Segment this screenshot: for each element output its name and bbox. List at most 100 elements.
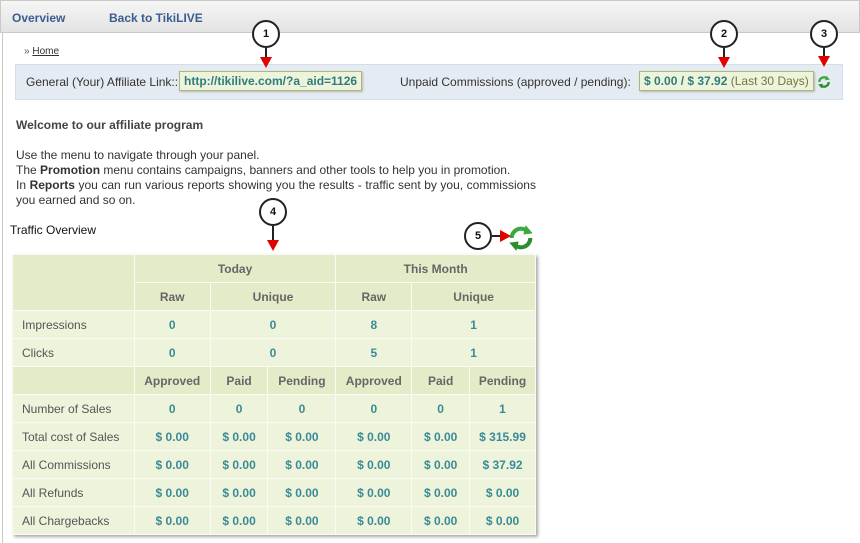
table-cell: $ 0.00: [267, 506, 337, 535]
promotion-label: Promotion: [40, 163, 101, 177]
row-label-all-refunds: All Refunds: [12, 478, 135, 507]
row-label-total-cost-of-sales: Total cost of Sales: [12, 422, 135, 451]
table-cell: $ 315.99: [469, 422, 536, 451]
row-label-impressions: Impressions: [12, 310, 135, 339]
table-cell: $ 0.00: [209, 506, 269, 535]
callout-1: 1: [252, 20, 280, 48]
row-label-clicks: Clicks: [12, 338, 135, 367]
table-row: All Chargebacks $ 0.00 $ 0.00 $ 0.00 $ 0…: [12, 506, 536, 535]
header-approved: Approved: [133, 366, 211, 395]
table-cell: 0: [335, 394, 413, 423]
commissions-period: (Last 30 Days): [730, 74, 809, 88]
table-cell: $ 0.00: [335, 450, 413, 479]
table-cell: 0: [133, 310, 211, 339]
traffic-overview-title: Traffic Overview: [10, 223, 97, 237]
nav-back-link[interactable]: Back to TikiLIVE: [109, 11, 203, 25]
callout-5-arrow: [500, 230, 511, 242]
callout-4-arrow: [267, 240, 279, 251]
refresh-icon[interactable]: [507, 224, 535, 252]
header-raw: Raw: [335, 282, 413, 311]
header-this-month: This Month: [335, 254, 536, 283]
affiliate-info-bar: General (Your) Affiliate Link:: http://t…: [15, 64, 843, 100]
header-paid: Paid: [209, 366, 269, 395]
callout-4-line: [272, 226, 274, 241]
table-cell: $ 0.00: [469, 478, 536, 507]
table-cell: $ 0.00: [411, 450, 471, 479]
header-raw: Raw: [133, 282, 211, 311]
header-pending: Pending: [469, 366, 536, 395]
table-cell: 0: [209, 338, 337, 367]
callout-1-arrow: [260, 57, 272, 68]
callout-3-arrow: [818, 56, 830, 67]
table-row: Impressions 0 0 8 1: [12, 310, 536, 339]
unpaid-commissions-value: $ 0.00 / $ 37.92 (Last 30 Days): [639, 71, 814, 91]
table-cell: $ 0.00: [411, 506, 471, 535]
nav-overview-link[interactable]: Overview: [12, 11, 65, 25]
table-cell: $ 0.00: [133, 422, 211, 451]
table-cell: $ 0.00: [335, 478, 413, 507]
commissions-amount: $ 0.00 / $ 37.92: [644, 74, 728, 88]
table-cell: 0: [133, 394, 211, 423]
table-cell: $ 0.00: [209, 478, 269, 507]
header-paid: Paid: [411, 366, 471, 395]
row-label-number-of-sales: Number of Sales: [12, 394, 135, 423]
breadcrumb-separator: »: [24, 46, 30, 57]
affiliate-link-label: General (Your) Affiliate Link::: [26, 75, 179, 89]
refresh-icon[interactable]: [817, 75, 831, 89]
table-row: All Commissions $ 0.00 $ 0.00 $ 0.00 $ 0…: [12, 450, 536, 479]
table-row: Clicks 0 0 5 1: [12, 338, 536, 367]
unpaid-commissions-label: Unpaid Commissions (approved / pending):: [400, 75, 631, 89]
intro-line-1: Use the menu to navigate through your pa…: [16, 148, 260, 162]
table-cell: $ 0.00: [267, 478, 337, 507]
header-unique: Unique: [411, 282, 536, 311]
table-corner: [12, 254, 135, 311]
callout-2: 2: [710, 20, 738, 48]
header-today: Today: [133, 254, 337, 283]
table-cell: 0: [209, 394, 269, 423]
table-row: Approved Paid Pending Approved Paid Pend…: [12, 366, 536, 395]
row-label-all-chargebacks: All Chargebacks: [12, 506, 135, 535]
table-cell: $ 0.00: [133, 506, 211, 535]
header-approved: Approved: [335, 366, 413, 395]
callout-5: 5: [464, 222, 492, 250]
table-cell: 5: [335, 338, 413, 367]
table-cell: $ 0.00: [133, 478, 211, 507]
table-cell: $ 0.00: [267, 450, 337, 479]
table-row: Number of Sales 0 0 0 0 0 1: [12, 394, 536, 423]
table-row: Today This Month: [12, 254, 536, 311]
intro-line-2: The Promotion menu contains campaigns, b…: [16, 163, 511, 177]
welcome-title: Welcome to our affiliate program: [16, 118, 204, 132]
table-cell: $ 37.92: [469, 450, 536, 479]
table-cell: 8: [335, 310, 413, 339]
table-cell: $ 0.00: [335, 506, 413, 535]
table-cell: 1: [411, 338, 536, 367]
table-row: Total cost of Sales $ 0.00 $ 0.00 $ 0.00…: [12, 422, 536, 451]
table-row: All Refunds $ 0.00 $ 0.00 $ 0.00 $ 0.00 …: [12, 478, 536, 507]
table-cell: $ 0.00: [411, 422, 471, 451]
traffic-overview-table: Today This Month Raw Unique Raw Unique I…: [12, 254, 536, 535]
table-cell: 0: [209, 310, 337, 339]
table-cell: 0: [133, 338, 211, 367]
table-cell: $ 0.00: [133, 450, 211, 479]
table-cell: 1: [469, 394, 536, 423]
breadcrumb-home-link[interactable]: Home: [32, 46, 59, 57]
row-label-all-commissions: All Commissions: [12, 450, 135, 479]
table-blank-cell: [12, 366, 135, 395]
table-cell: $ 0.00: [267, 422, 337, 451]
table-cell: $ 0.00: [335, 422, 413, 451]
table-cell: $ 0.00: [209, 422, 269, 451]
reports-label: Reports: [29, 178, 75, 192]
table-cell: 0: [267, 394, 337, 423]
table-cell: 0: [411, 394, 471, 423]
callout-3: 3: [810, 20, 838, 48]
breadcrumb: » Home: [24, 46, 59, 57]
header-unique: Unique: [209, 282, 337, 311]
table-cell: 1: [411, 310, 536, 339]
callout-2-arrow: [718, 57, 730, 68]
table-cell: $ 0.00: [469, 506, 536, 535]
affiliate-link-value[interactable]: http://tikilive.com/?a_aid=1126: [179, 71, 363, 91]
table-cell: $ 0.00: [411, 478, 471, 507]
header-pending: Pending: [267, 366, 337, 395]
table-cell: $ 0.00: [209, 450, 269, 479]
callout-4: 4: [259, 198, 287, 226]
